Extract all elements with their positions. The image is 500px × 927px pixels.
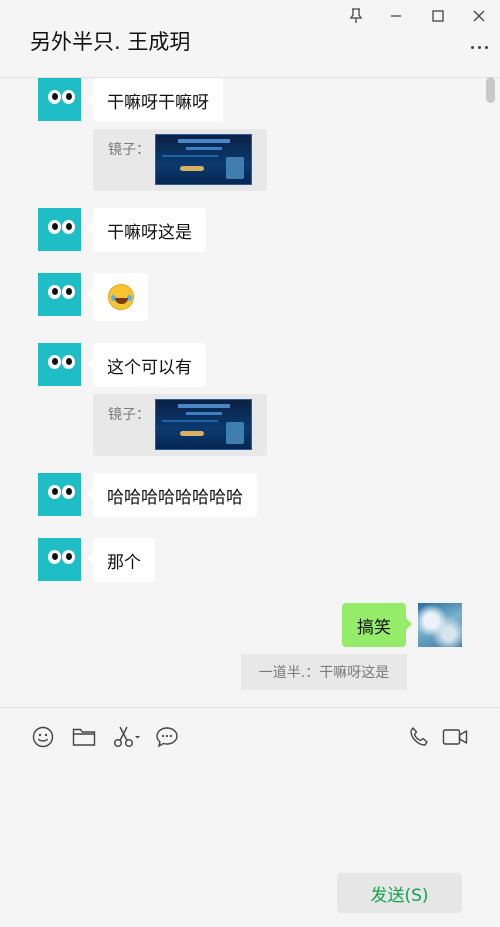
message-bubble[interactable]: 哈哈哈哈哈哈哈哈 xyxy=(87,473,257,517)
quote-label: 镜子： xyxy=(108,142,150,158)
avatar[interactable] xyxy=(38,208,81,251)
phone-icon[interactable] xyxy=(406,724,432,750)
quoted-message[interactable]: 镜子： xyxy=(93,129,267,191)
send-button[interactable]: 发送(S) xyxy=(337,873,462,913)
message-bubble[interactable]: 干嘛呀干嘛呀 xyxy=(87,78,223,122)
more-icon[interactable] xyxy=(468,40,490,54)
chat-title: 另外半只. 王成玥 xyxy=(30,30,191,54)
scissors-icon[interactable] xyxy=(112,724,142,750)
laughing-tears-emoji-icon xyxy=(107,284,134,310)
self-message-item: 搞笑 xyxy=(342,603,462,647)
emoji-bubble[interactable] xyxy=(87,273,148,321)
chat-bubble-icon[interactable] xyxy=(154,724,180,750)
avatar[interactable] xyxy=(38,343,81,386)
message-bubble[interactable]: 干嘛呀这是 xyxy=(87,208,206,252)
message-item: 那个 xyxy=(38,538,155,582)
close-icon[interactable] xyxy=(466,4,492,28)
quoted-message[interactable]: 镜子： xyxy=(93,394,267,456)
message-item: 哈哈哈哈哈哈哈哈 xyxy=(38,473,257,517)
message-bubble[interactable]: 那个 xyxy=(87,538,155,582)
avatar[interactable] xyxy=(38,273,81,316)
message-item: 干嘛呀这是 xyxy=(38,208,206,252)
avatar[interactable] xyxy=(38,538,81,581)
minimize-icon[interactable] xyxy=(383,4,409,28)
avatar[interactable] xyxy=(38,78,81,121)
emoji-icon[interactable] xyxy=(30,724,56,750)
message-input[interactable] xyxy=(20,758,480,868)
message-item: 这个可以有 xyxy=(38,343,206,387)
title-bar: 另外半只. 王成玥 xyxy=(0,0,500,78)
folder-icon[interactable] xyxy=(71,724,97,750)
message-item xyxy=(38,273,148,321)
self-quoted-message[interactable]: 一道半.：干嘛呀这是 xyxy=(241,654,407,690)
self-message-bubble[interactable]: 搞笑 xyxy=(342,603,412,647)
quote-label: 镜子： xyxy=(108,407,150,423)
message-list[interactable]: 干嘛呀干嘛呀 镜子： 干嘛呀这是 这个可以有 镜子： 哈哈哈哈哈哈哈哈 那个 搞… xyxy=(0,78,500,707)
message-bubble[interactable]: 这个可以有 xyxy=(87,343,206,387)
pin-icon[interactable] xyxy=(343,4,369,28)
quote-image-thumbnail[interactable] xyxy=(155,399,252,450)
scrollbar-thumb[interactable] xyxy=(486,77,495,103)
message-item: 干嘛呀干嘛呀 xyxy=(38,78,223,122)
maximize-icon[interactable] xyxy=(425,4,451,28)
composer: 发送(S) xyxy=(0,707,500,927)
avatar[interactable] xyxy=(38,473,81,516)
video-icon[interactable] xyxy=(441,724,469,750)
quote-image-thumbnail[interactable] xyxy=(155,134,252,185)
self-avatar[interactable] xyxy=(418,603,462,647)
